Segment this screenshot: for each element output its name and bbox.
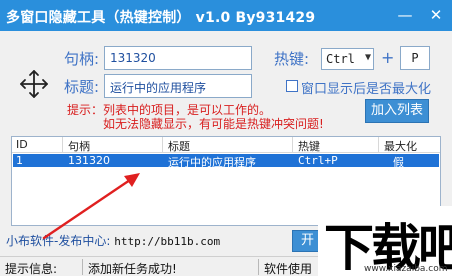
- publisher-info: 小布软件-发布中心: http://bb11b.com: [6, 232, 220, 249]
- status-message: 添加新任务成功!: [88, 262, 177, 276]
- table-row[interactable]: 1 131320 运行中的应用程序 Ctrl+P 假: [13, 154, 439, 169]
- column-divider: [62, 137, 63, 153]
- column-divider: [162, 137, 163, 153]
- status-divider: [82, 259, 83, 275]
- column-header-maximize[interactable]: 最大化: [384, 138, 417, 154]
- watermark-url: www.xiazaiba.com: [364, 264, 448, 274]
- title-bar[interactable]: 多窗口隐藏工具（热键控制） v1.0 By931429 — ✕: [0, 0, 452, 31]
- hotkey-label: 热键:: [274, 50, 310, 68]
- maximize-checkbox[interactable]: [286, 80, 298, 92]
- column-header-id[interactable]: ID: [16, 138, 28, 151]
- status-right: 软件使用: [264, 262, 313, 276]
- maximize-checkbox-label[interactable]: 窗口显示后是否最大化: [301, 78, 431, 97]
- cell-handle: 131320: [68, 154, 110, 167]
- window-title: 多窗口隐藏工具（热键控制） v1.0 By931429: [6, 10, 316, 26]
- column-header-title[interactable]: 标题: [168, 138, 190, 154]
- title-label: 标题:: [64, 78, 100, 96]
- cell-maximize: 假: [393, 156, 404, 169]
- modifier-select[interactable]: Ctrl ▼: [321, 48, 374, 70]
- column-divider: [292, 137, 293, 153]
- main-window: 多窗口隐藏工具（热键控制） v1.0 By931429 — ✕ 句柄: 1313…: [0, 0, 452, 276]
- add-to-list-button[interactable]: 加入列表: [365, 99, 429, 123]
- handle-input[interactable]: 131320: [104, 46, 252, 70]
- status-label: 提示信息:: [5, 262, 58, 276]
- column-header-handle[interactable]: 句柄: [68, 138, 90, 154]
- cell-title: 运行中的应用程序: [168, 156, 256, 169]
- chevron-down-icon: ▼: [364, 52, 371, 63]
- crosshair-move-icon[interactable]: [18, 68, 50, 100]
- column-divider: [378, 137, 379, 153]
- watermark: 下载吧 www.xiazaiba.com: [318, 206, 452, 276]
- close-icon[interactable]: ✕: [421, 2, 451, 28]
- modifier-select-value: Ctrl: [326, 52, 355, 66]
- cell-id: 1: [16, 154, 23, 167]
- publisher-label: 小布软件-发布中心:: [6, 234, 111, 248]
- status-divider: [258, 259, 259, 275]
- plus-sign: +: [381, 48, 395, 67]
- title-input-value: 运行中的应用程序: [110, 81, 207, 95]
- handle-label: 句柄:: [64, 50, 100, 68]
- publisher-link[interactable]: http://bb11b.com: [114, 235, 220, 248]
- title-input[interactable]: 运行中的应用程序: [104, 74, 252, 98]
- column-header-hotkey[interactable]: 热键: [298, 138, 320, 154]
- handle-input-value: 131320: [110, 51, 156, 65]
- list-header: ID 句柄 标题 热键 最大化: [12, 137, 440, 153]
- hint-line-2: 如无法隐藏显示，有可能是热键冲突问题!: [103, 117, 324, 131]
- key-input[interactable]: P: [400, 46, 430, 70]
- cell-hotkey: Ctrl+P: [298, 154, 338, 167]
- minimize-icon[interactable]: —: [390, 2, 420, 28]
